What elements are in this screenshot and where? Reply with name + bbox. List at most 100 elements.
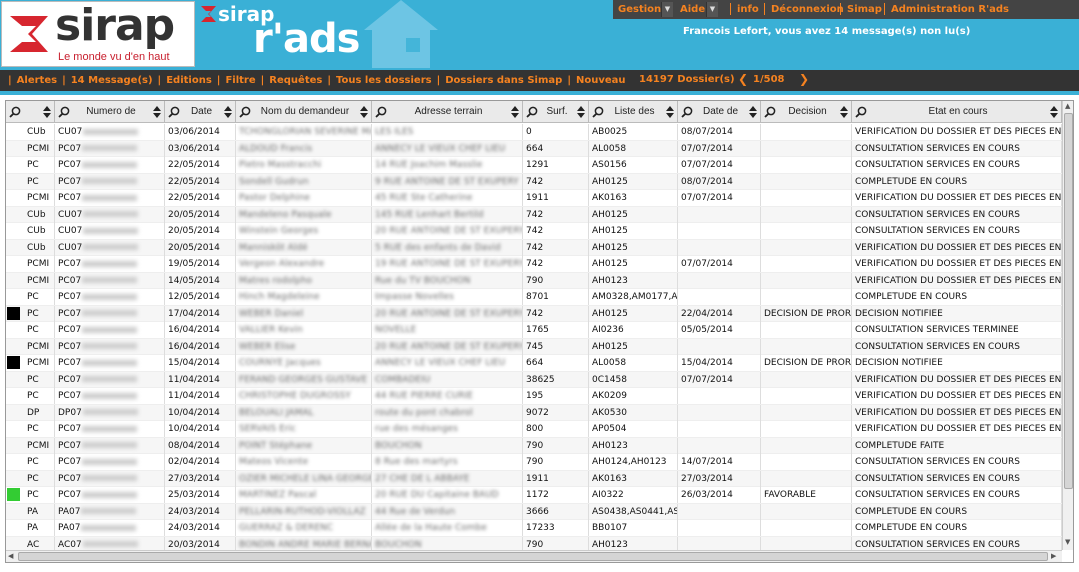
scroll-down-icon[interactable]: ▼ — [1065, 538, 1070, 546]
cell-date-decision — [678, 206, 761, 223]
next-page-icon[interactable]: ❯ — [799, 72, 809, 86]
toolbar-link-editions[interactable]: Editions — [166, 75, 212, 86]
cell-demandeur: OZIER MICHELE LINA GEORGET — [236, 470, 372, 487]
cell-etat: COMPLETUDE EN COURS — [852, 503, 1062, 520]
cell-numero: PC07 — [55, 487, 165, 503]
table-row[interactable]: CUb CU07 03/06/2014 TCHONGLORIAN SEVERINE M… — [6, 124, 1062, 141]
table-row[interactable]: PC PC07 22/05/2014 Pietro Masstracchi 14 RUE… — [6, 157, 1062, 174]
menu-info[interactable]: info — [737, 0, 759, 19]
cell-etat: DECISION NOTIFIEE — [852, 305, 1062, 322]
cell-type: PC — [24, 157, 55, 173]
cell-date: 22/05/2014 — [165, 190, 236, 206]
column-header-decision[interactable]: Decision — [761, 101, 852, 123]
column-header-liste[interactable]: Liste des — [589, 101, 678, 123]
cell-date: 15/04/2014 — [165, 355, 236, 371]
cell-liste: AH0125 — [589, 256, 678, 272]
table-row[interactable]: PA PA07 24/03/2014 PELLARIN-RUTHOD-VIOLLAZ 4… — [6, 503, 1062, 520]
cell-demandeur: COURNYE Jacques — [236, 355, 372, 371]
cell-surface: 790 — [523, 454, 589, 470]
menu-aide[interactable]: Aide — [680, 0, 705, 19]
column-header-date-decision[interactable]: Date de — [678, 101, 761, 123]
cell-liste: 0C1458 — [589, 371, 678, 388]
gestion-dropdown-arrow-icon[interactable]: ▼ — [661, 2, 673, 17]
column-header-numero[interactable]: Numero de — [55, 101, 165, 123]
toolbar-link-nouveau[interactable]: Nouveau — [576, 75, 626, 86]
toolbar-link-alertes[interactable]: Alertes — [17, 75, 57, 86]
toolbar-link-requ-tes[interactable]: Requêtes — [269, 75, 322, 86]
cell-surface: 664 — [523, 140, 589, 157]
table-row[interactable]: PCMI PC07 19/05/2014 Vergeon Alexandre 19 RU… — [6, 256, 1062, 273]
redacted-number — [81, 524, 137, 531]
cell-demandeur: Hinch Magdeleine — [236, 289, 372, 305]
column-header-surface[interactable]: Surf. — [523, 101, 589, 123]
menu-administration[interactable]: Administration R'ads — [891, 0, 1009, 19]
user-message[interactable]: Francois Lefort, vous avez 14 message(s)… — [683, 26, 970, 37]
vertical-scroll-thumb[interactable] — [1064, 113, 1073, 489]
cell-date-decision: 14/07/2014 — [678, 454, 761, 470]
cell-date: 22/05/2014 — [165, 157, 236, 173]
cell-decision — [761, 239, 852, 256]
table-row[interactable]: PC PC07 25/03/2014 MARTINEZ Pascal 20 RUE DU… — [6, 487, 1062, 504]
toolbar-link-dossiers-dans-simap[interactable]: Dossiers dans Simap — [445, 75, 562, 86]
cell-liste: AH0125 — [589, 338, 678, 355]
redacted-number — [82, 293, 138, 300]
table-row[interactable]: PC PC07 16/04/2014 VALLIER Kevin NOVELLE 1765… — [6, 322, 1062, 339]
menu-simap[interactable]: Simap — [847, 0, 882, 19]
table-row[interactable]: PC PC07 12/05/2014 Hinch Magdeleine Impasse … — [6, 289, 1062, 306]
vertical-scrollbar[interactable]: ▲ ▼ — [1062, 101, 1073, 550]
column-header-label: Date — [190, 106, 213, 117]
table-row[interactable]: PCMI PC07 03/06/2014 ALDOUD Francis ANNECY L… — [6, 140, 1062, 157]
cell-liste: AH0125 — [589, 305, 678, 322]
cell-demandeur: TCHONGLORIAN SEVERINE MARI — [236, 124, 372, 140]
table-row[interactable]: CUb CU07 20/05/2014 Mandeleno Pasquale 145 R… — [6, 206, 1062, 223]
column-header-etat[interactable]: Etat en cours — [852, 101, 1062, 123]
cell-etat: COMPLETUDE FAITE — [852, 437, 1062, 454]
dossier-number: PC07 — [58, 308, 82, 319]
cell-numero: PC07 — [55, 272, 165, 289]
column-header-date[interactable]: Date — [165, 101, 236, 123]
app-title: r'ads — [253, 16, 360, 62]
table-row[interactable]: PC PC07 11/04/2014 CHRISTOPHE DUGROSSY 44 RU… — [6, 388, 1062, 405]
table-row[interactable]: PCMI PC07 08/04/2014 POINT Stéphane BOUCHON 7… — [6, 437, 1062, 454]
column-header-adresse[interactable]: Adresse terrain — [372, 101, 523, 123]
table-row[interactable]: PC PC07 11/04/2014 FERAND GEORGES GUSTAVE CO… — [6, 371, 1062, 388]
dossier-number: PC07 — [58, 160, 82, 170]
scroll-right-icon[interactable]: ▶ — [1051, 552, 1056, 560]
aide-dropdown-arrow-icon[interactable]: ▼ — [706, 2, 718, 17]
table-row[interactable]: PCMI PC07 14/05/2014 Matres rodolpho Rue du … — [6, 272, 1062, 289]
cell-demandeur: ALDOUD Francis — [236, 140, 372, 157]
menu-deconnexion[interactable]: Déconnexion — [771, 0, 844, 19]
column-header-demandeur[interactable]: Nom du demandeur — [236, 101, 372, 123]
column-header-type[interactable] — [6, 101, 55, 123]
toolbar-separator: | — [567, 75, 571, 86]
scroll-up-icon[interactable]: ▲ — [1065, 102, 1070, 110]
table-row[interactable]: DP DP07 10/04/2014 BELOUALI JAMAL route du p… — [6, 404, 1062, 421]
horizontal-scrollbar[interactable]: ◀ ▶ — [6, 550, 1062, 562]
table-row[interactable]: PC PC07 10/04/2014 SERVAIS Eric rue des mésa… — [6, 421, 1062, 438]
menu-gestion[interactable]: Gestion — [618, 0, 661, 19]
table-row[interactable]: PCMI PC07 16/04/2014 WEBER Elise 20 RUE ANTO… — [6, 338, 1062, 355]
cell-date: 17/04/2014 — [165, 305, 236, 322]
table-row[interactable]: PC PC07 02/04/2014 Mateos Vicente 8 Rue des … — [6, 454, 1062, 471]
prev-page-icon[interactable]: ❮ — [738, 72, 748, 86]
table-row[interactable]: PC PC07 27/03/2014 OZIER MICHELE LINA GEORG… — [6, 470, 1062, 487]
table-row[interactable]: PCMI PC07 15/04/2014 COURNYE Jacques ANNECY … — [6, 355, 1062, 372]
cell-surface: 800 — [523, 421, 589, 437]
cell-numero: CU07 — [55, 206, 165, 223]
toolbar-link-tous-les-dossiers[interactable]: Tous les dossiers — [336, 75, 432, 86]
cell-decision: FAVORABLE — [761, 487, 852, 503]
table-row[interactable]: PC PC07 17/04/2014 WEBER Daniel 20 RUE ANTOI… — [6, 305, 1062, 322]
table-row[interactable]: PCMI PC07 22/05/2014 Pastor Delphine 45 RUE … — [6, 190, 1062, 207]
table-row[interactable]: CUb CU07 20/05/2014 Winstein Georges 20 RUE … — [6, 223, 1062, 240]
sirap-logo[interactable]: sirap Le monde vu d'en haut — [1, 0, 195, 67]
table-row[interactable]: PC PC07 22/05/2014 Sondell Gudrun 9 RUE ANTO… — [6, 173, 1062, 190]
cell-decision — [761, 206, 852, 223]
toolbar-link-filtre[interactable]: Filtre — [225, 75, 255, 86]
table-row[interactable]: PA PA07 24/03/2014 GUERRAZ & DERENC Allée de… — [6, 520, 1062, 537]
redacted-number — [82, 194, 138, 201]
horizontal-scroll-thumb[interactable] — [18, 552, 1048, 561]
toolbar-link-14-message-s[interactable]: 14 Message(s) — [71, 75, 153, 86]
table-row[interactable]: CUb CU07 20/05/2014 Mannisköt Aldé 5 RUE des… — [6, 239, 1062, 256]
scroll-left-icon[interactable]: ◀ — [8, 552, 13, 560]
cell-type: CUb — [24, 239, 55, 256]
